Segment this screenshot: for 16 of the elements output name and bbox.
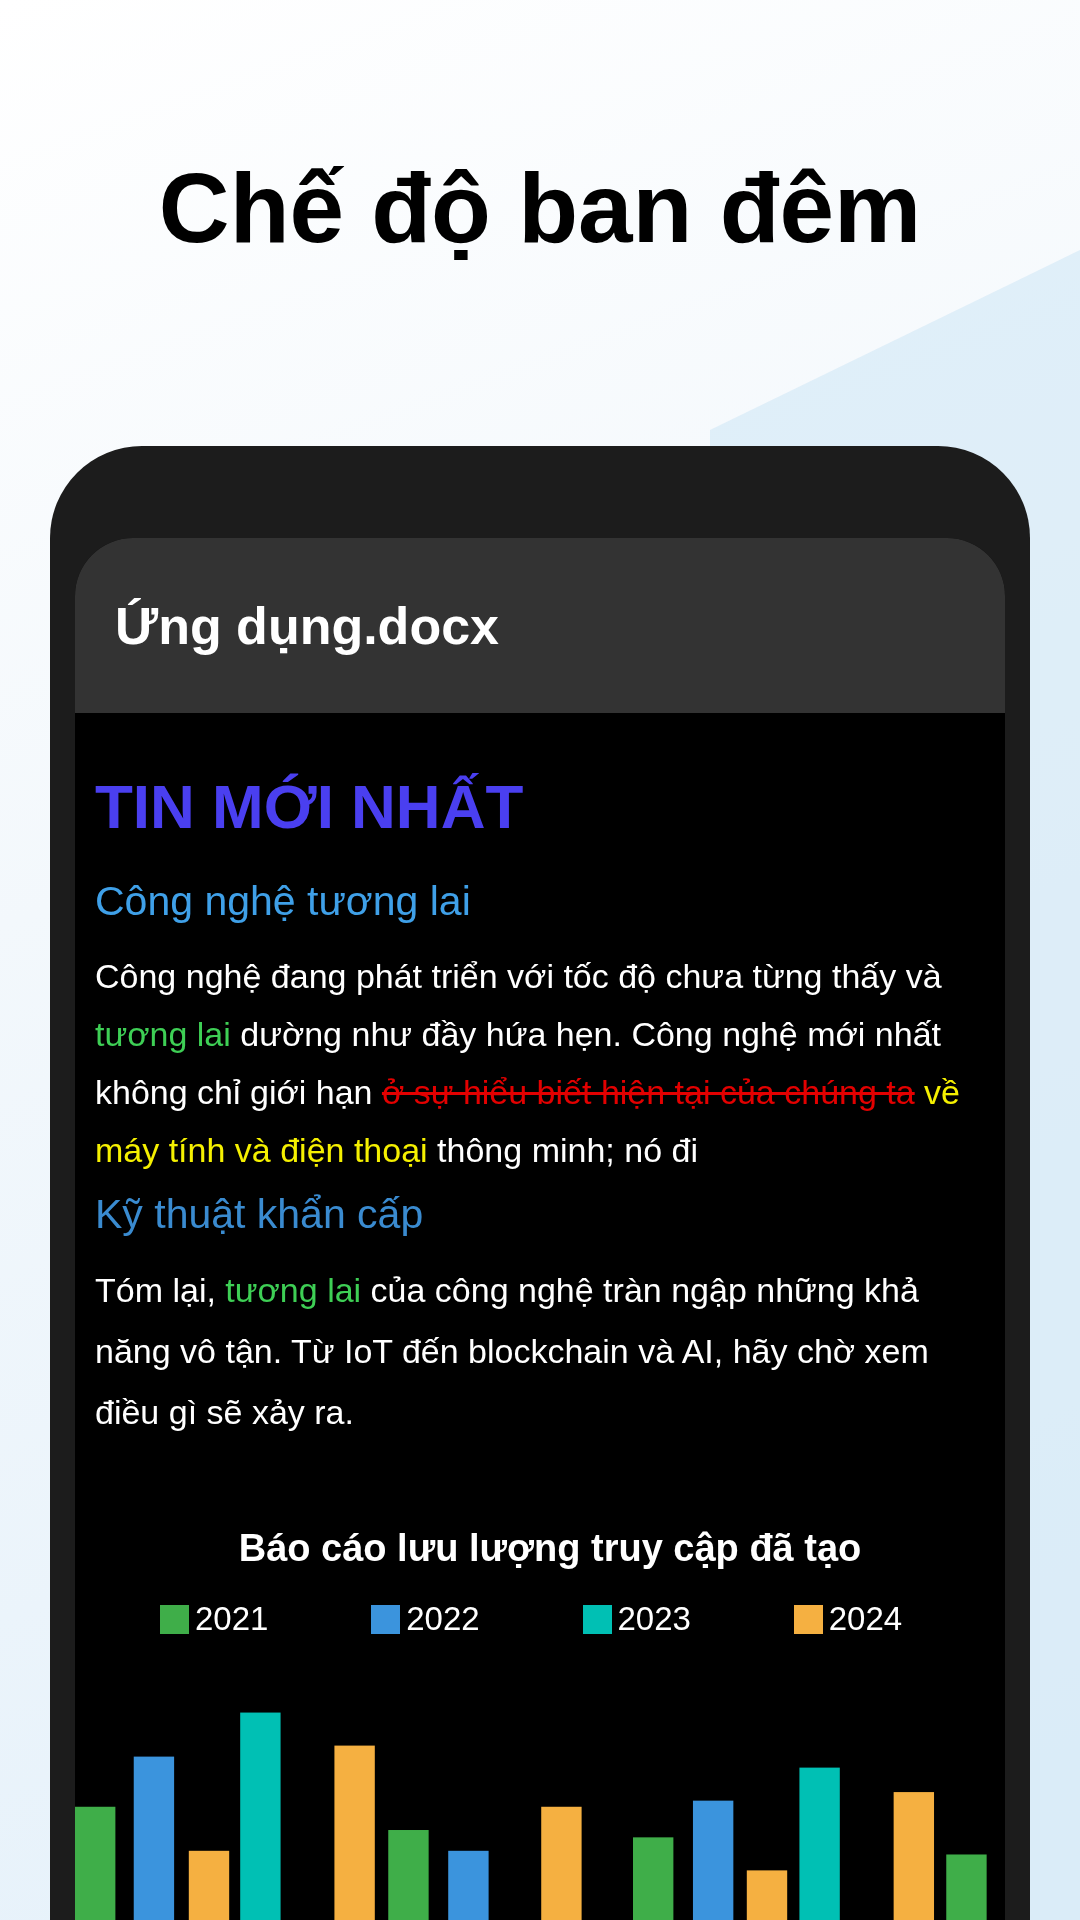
section-heading: Công nghệ tương lai [95,878,471,925]
chart-bar [946,1854,987,1920]
headline: Chế độ ban đêm [158,152,922,265]
chart-title: Báo cáo lưu lượng truy cập đã tạo [237,1527,863,1570]
legend-label: 2022 [406,1600,480,1638]
chart-bar [746,1870,788,1920]
legend-label: 2023 [617,1600,691,1638]
chart-bar [188,1850,230,1920]
legend-label: 2021 [195,1600,269,1638]
section-heading: Kỹ thuật khẩn cấp [95,1191,424,1238]
document-title: Ứng dụng.docx [115,595,499,656]
document-heading: TIN MỚI NHẤT [95,771,524,842]
legend-label: 2024 [828,1600,903,1638]
paragraph: Công nghệ đang phát triển với tốc độ chưa từng thấy và tương lai dường như đầy hứa hẹn. Công nghệ mới nhất không chỉ giới hạn ở sự hiểu biết hiện tại của chúng ta về máy tính và điện thoại thông minh; nó đi [95,956,962,1171]
chart-bar [448,1850,489,1920]
paragraph: Tóm lại, tương lai của công nghệ tràn ngập những khả năng vô tận. Từ IoT đến blockchain và AI, hãy chờ xem điều gì sẽ xảy ra. [95,1270,930,1433]
